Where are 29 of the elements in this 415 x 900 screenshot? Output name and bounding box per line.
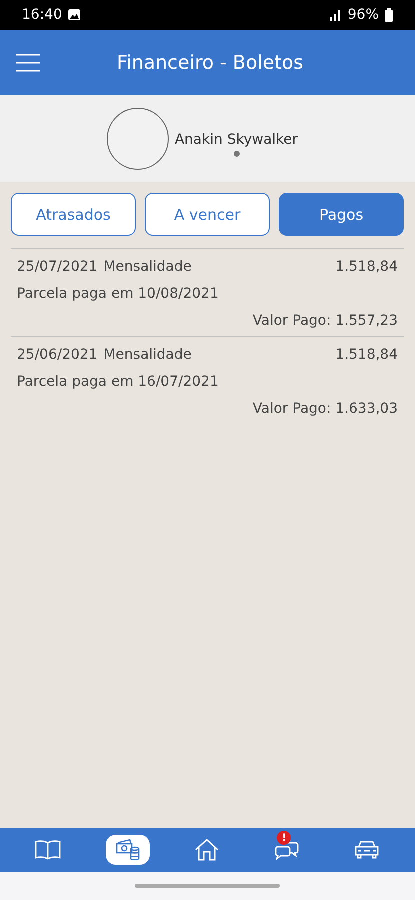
- battery-percent: 96%: [348, 7, 379, 23]
- chat-icon: [275, 840, 300, 860]
- filter-tab[interactable]: Pagos: [279, 193, 404, 236]
- signal-icon: [328, 9, 342, 21]
- car-icon: [354, 840, 380, 860]
- paid-value: Valor Pago: 1.633,03: [252, 400, 398, 416]
- status-time: 16:40: [22, 7, 62, 23]
- paid-date: Parcela paga em 16/07/2021: [17, 374, 219, 390]
- filter-tab[interactable]: A vencer: [145, 193, 270, 236]
- status-dot: [234, 151, 240, 157]
- image-icon: [68, 9, 82, 21]
- paid-date: Parcela paga em 10/08/2021: [17, 286, 219, 302]
- money-icon: [116, 839, 140, 861]
- due-date: 25/06/2021: [17, 346, 98, 362]
- battery-icon: [385, 8, 393, 22]
- profile-name: Anakin Skywalker: [174, 132, 298, 148]
- book-icon: [34, 840, 61, 860]
- description: Mensalidade: [104, 258, 192, 274]
- home-icon: [195, 839, 220, 861]
- paid-value: Valor Pago: 1.557,23: [252, 312, 398, 328]
- due-date: 25/07/2021: [17, 258, 98, 274]
- menu-icon[interactable]: [16, 54, 40, 72]
- amount: 1.518,84: [336, 346, 398, 362]
- header-title: Financeiro - Boletos: [117, 52, 304, 74]
- amount: 1.518,84: [336, 258, 398, 274]
- description: Mensalidade: [104, 346, 192, 362]
- nav-money-button[interactable]: [106, 835, 150, 865]
- notification-badge: !: [277, 831, 292, 845]
- filter-tab[interactable]: Atrasados: [11, 193, 136, 236]
